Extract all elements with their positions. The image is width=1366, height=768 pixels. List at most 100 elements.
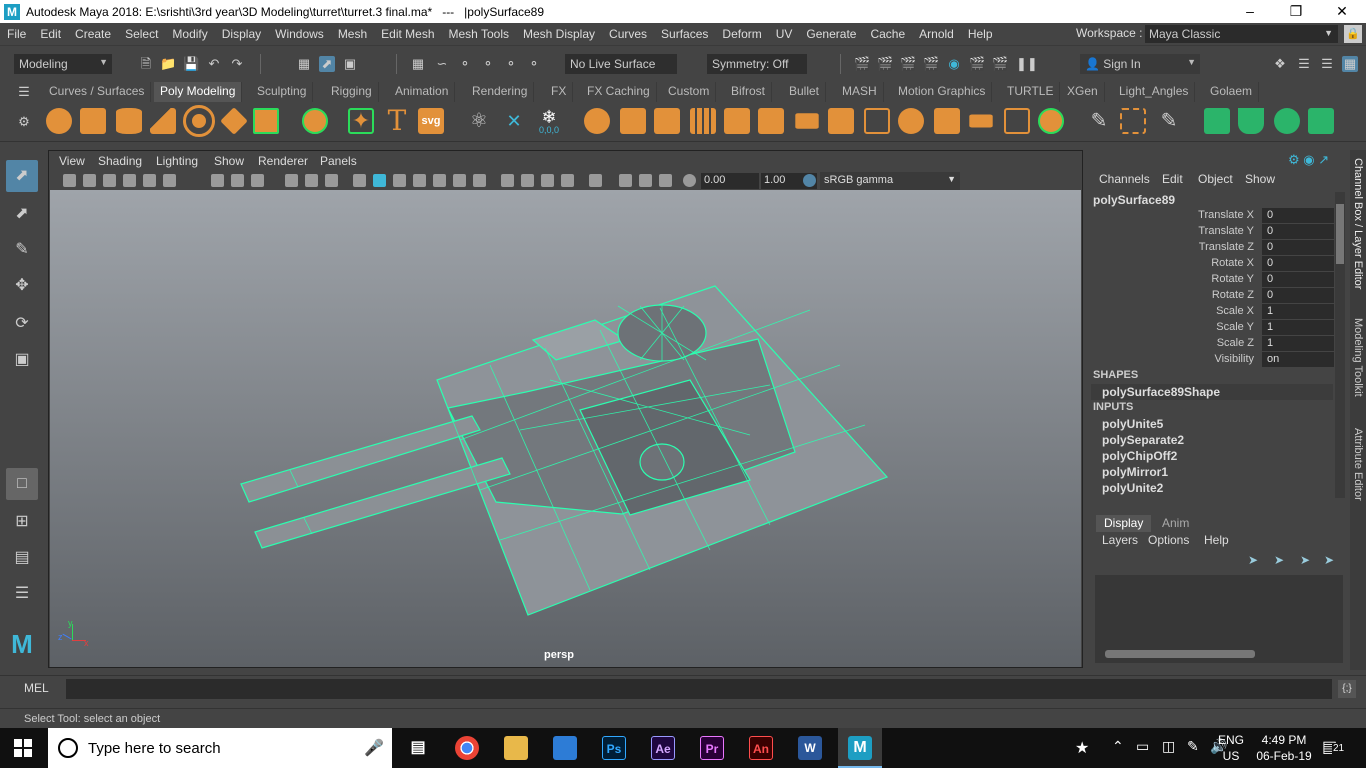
smooth-shade-icon[interactable] xyxy=(373,174,386,187)
store-icon[interactable] xyxy=(553,736,577,760)
tool-settings-icon[interactable]: ☰ xyxy=(1319,56,1335,72)
viewport-menu-renderer[interactable]: Renderer xyxy=(258,154,308,168)
select-hierarchy-icon[interactable]: ▦ xyxy=(296,56,312,72)
tab-animation[interactable]: Animation xyxy=(389,82,456,102)
arnold-render-icon[interactable]: 🎬 xyxy=(969,56,985,72)
select-tool-icon[interactable]: ⬈ xyxy=(6,160,38,192)
modeling-toolkit-icon[interactable]: ❖ xyxy=(1272,56,1288,72)
xray-components-icon[interactable] xyxy=(639,174,652,187)
symmetry-dropdown[interactable]: Symmetry: Off xyxy=(707,54,807,74)
uv-editor-icon[interactable] xyxy=(1204,108,1230,134)
xray-joints-icon[interactable] xyxy=(619,174,632,187)
ambient-occlusion-icon[interactable] xyxy=(501,174,514,187)
mirror-icon[interactable] xyxy=(654,108,680,134)
workspace-dropdown[interactable]: Maya Classic ▼ xyxy=(1145,25,1338,43)
menu-deform[interactable]: Deform xyxy=(715,27,768,41)
paint-tool-icon[interactable]: ✎ xyxy=(1156,108,1182,134)
depth-of-field-icon[interactable] xyxy=(561,174,574,187)
input-node[interactable]: polyUnite5 xyxy=(1102,417,1163,431)
snap-live-icon[interactable]: ⚬ xyxy=(526,56,542,72)
photoshop-icon[interactable]: Ps xyxy=(602,736,626,760)
new-layer-selected-icon[interactable]: ➤ xyxy=(1324,553,1334,567)
tab-sculpting[interactable]: Sculpting xyxy=(251,82,314,102)
lasso-tool-icon[interactable]: ⬈ xyxy=(6,198,38,230)
restore-icon[interactable]: ❐ xyxy=(1273,0,1319,23)
tab-display-layers[interactable]: Display xyxy=(1096,515,1152,532)
maya-taskbar-button[interactable]: M xyxy=(838,728,882,768)
svg-tool-icon[interactable]: svg xyxy=(418,108,444,134)
ipr-render-icon[interactable]: 🎬 xyxy=(900,56,916,72)
attribute-editor-icon[interactable]: ☰ xyxy=(1296,56,1312,72)
attr-value[interactable]: 0 xyxy=(1262,240,1334,255)
target-weld-icon[interactable] xyxy=(934,108,960,134)
soft-select-icon[interactable] xyxy=(1120,108,1146,134)
menu-generate[interactable]: Generate xyxy=(799,27,863,41)
premiere-icon[interactable]: Pr xyxy=(700,736,724,760)
pivot-icon[interactable]: ⚛ xyxy=(466,108,492,134)
language-indicator[interactable]: ENG US xyxy=(1218,732,1244,764)
menu-display[interactable]: Display xyxy=(215,27,268,41)
tab-bifrost[interactable]: Bifrost xyxy=(725,82,773,102)
wireframe-on-shaded-icon[interactable] xyxy=(393,174,406,187)
extrude-icon[interactable] xyxy=(795,113,819,129)
shelf-settings-icon[interactable]: ⚙ xyxy=(16,114,32,130)
attr-value[interactable]: 0 xyxy=(1262,288,1334,303)
bevel-icon[interactable] xyxy=(828,108,854,134)
move-layer-up-icon[interactable]: ➤ xyxy=(1248,553,1258,567)
color-space-dropdown[interactable]: sRGB gamma ▼ xyxy=(820,172,960,190)
viewport-3d[interactable]: persp y z x xyxy=(50,190,1081,667)
tab-rigging[interactable]: Rigging xyxy=(325,82,379,102)
menu-select[interactable]: Select xyxy=(118,27,165,41)
platonic-solid-icon[interactable] xyxy=(302,108,328,134)
planar-map-icon[interactable] xyxy=(1238,108,1264,134)
windows-start-icon[interactable] xyxy=(14,739,32,757)
attr-value[interactable]: 0 xyxy=(1262,208,1334,223)
super-shape-icon[interactable]: ✦ xyxy=(348,108,374,134)
arnold-ipr-icon[interactable]: 🎬 xyxy=(992,56,1008,72)
menu-cache[interactable]: Cache xyxy=(863,27,912,41)
lock-icon[interactable]: 🔒 xyxy=(1344,25,1362,43)
poke-icon[interactable] xyxy=(1038,108,1064,134)
snap-surface-icon[interactable]: ⚬ xyxy=(503,56,519,72)
menu-mesh[interactable]: Mesh xyxy=(331,27,374,41)
menu-uv[interactable]: UV xyxy=(769,27,800,41)
use-all-lights-icon[interactable] xyxy=(453,174,466,187)
tab-attribute-editor[interactable]: Attribute Editor xyxy=(1352,428,1364,501)
viewport-menu-lighting[interactable]: Lighting xyxy=(156,154,198,168)
xray-icon[interactable] xyxy=(433,174,446,187)
channel-box-icon[interactable]: ▦ xyxy=(1342,56,1358,72)
close-icon[interactable]: ✕ xyxy=(1319,0,1365,23)
script-editor-icon[interactable]: {;} xyxy=(1338,680,1356,698)
menu-surfaces[interactable]: Surfaces xyxy=(654,27,715,41)
battery-icon[interactable]: ▭ xyxy=(1136,738,1149,755)
tab-light-angles[interactable]: Light_Angles xyxy=(1113,82,1196,102)
poly-cube-icon[interactable] xyxy=(80,108,106,134)
pause-icon[interactable]: ❚❚ xyxy=(1016,56,1038,72)
viewport-menu-panels[interactable]: Panels xyxy=(320,154,357,168)
tab-motion-graphics[interactable]: Motion Graphics xyxy=(892,82,993,102)
animate-icon[interactable]: An xyxy=(749,736,773,760)
people-icon[interactable]: ★ xyxy=(1075,738,1089,758)
snap-grid-icon[interactable]: ▦ xyxy=(410,56,426,72)
file-explorer-icon[interactable] xyxy=(504,736,528,760)
motion-blur-icon[interactable] xyxy=(521,174,534,187)
new-scene-icon[interactable]: 🗎 xyxy=(138,56,154,72)
channel-menu-show[interactable]: Show xyxy=(1245,172,1275,186)
tab-curves-surfaces[interactable]: Curves / Surfaces xyxy=(43,82,152,102)
pen-icon[interactable]: ✎ xyxy=(1187,738,1199,755)
network-icon[interactable]: ◫ xyxy=(1162,738,1175,755)
shadows-icon[interactable] xyxy=(473,174,486,187)
tab-fx-caching[interactable]: FX Caching xyxy=(581,82,657,102)
grease-pencil-icon[interactable] xyxy=(143,174,156,187)
render-settings-icon[interactable]: 🎬 xyxy=(923,56,939,72)
auto-map-icon[interactable] xyxy=(1274,108,1300,134)
scrollbar-thumb[interactable] xyxy=(1336,204,1344,264)
color-management-icon[interactable] xyxy=(803,174,816,187)
channel-menu-edit[interactable]: Edit xyxy=(1162,172,1183,186)
snap-point-icon[interactable]: ⚬ xyxy=(457,56,473,72)
new-layer-icon[interactable]: ➤ xyxy=(1300,553,1310,567)
outliner-layout-icon[interactable]: ▤ xyxy=(6,542,38,574)
input-node[interactable]: polySeparate2 xyxy=(1102,433,1184,447)
viewport-menu-show[interactable]: Show xyxy=(214,154,244,168)
sculpt-tool-icon[interactable]: ✎ xyxy=(1086,108,1112,134)
